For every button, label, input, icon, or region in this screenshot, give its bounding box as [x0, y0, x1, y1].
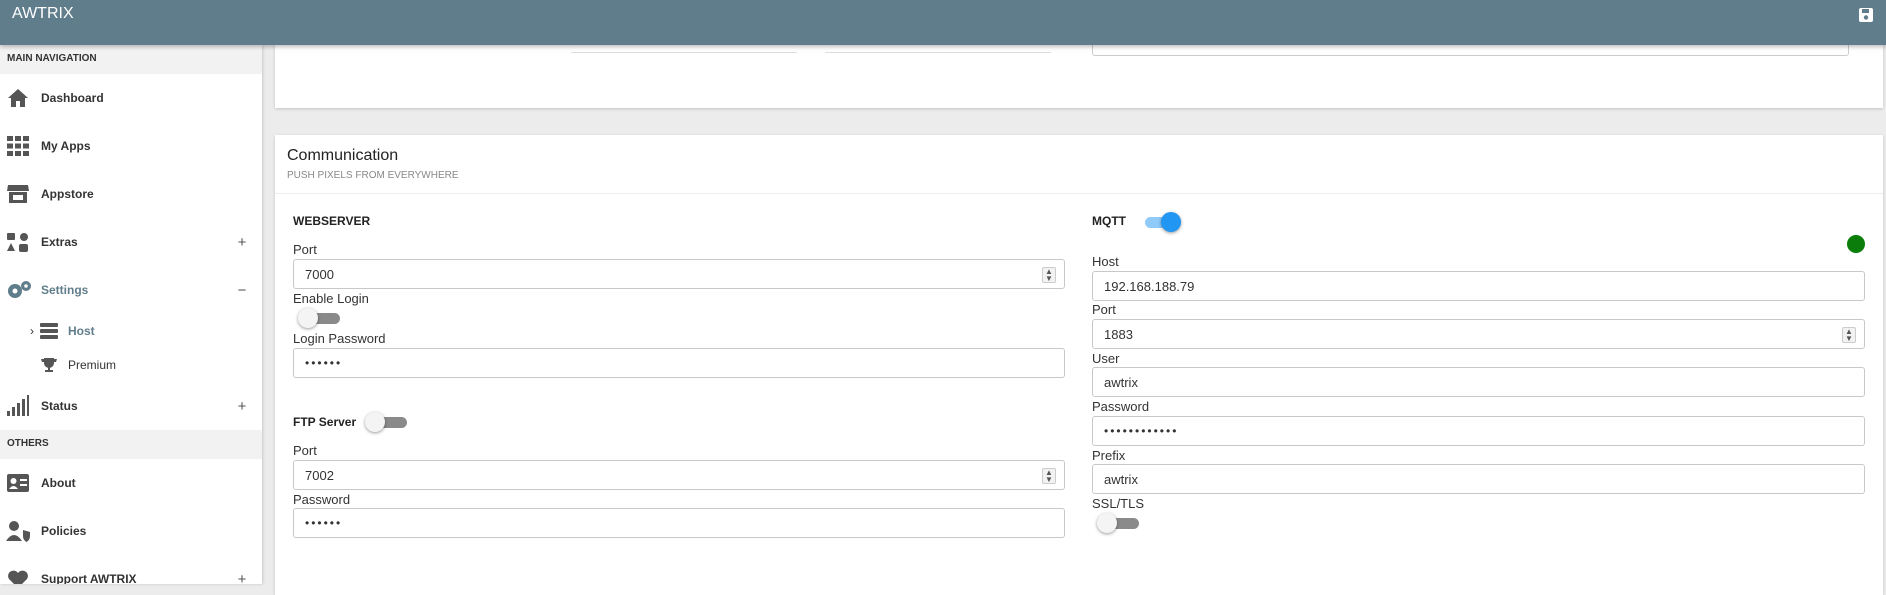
user-shield-icon: [6, 520, 30, 542]
spinner-icon[interactable]: ▲ ▼: [1842, 327, 1856, 343]
mqtt-port-value: 1883: [1104, 326, 1133, 342]
expand-icon[interactable]: +: [236, 398, 248, 415]
enable-login-label: Enable Login: [293, 291, 369, 306]
extras-icon: [6, 231, 30, 253]
input-underline: [825, 52, 1051, 53]
id-card-icon: [6, 472, 30, 494]
sidebar-item-label: My Apps: [41, 139, 91, 153]
main-navigation-header: MAIN NAVIGATION: [0, 45, 262, 74]
spinner-icon[interactable]: ▲ ▼: [1042, 267, 1056, 283]
sidebar-item-label: Status: [41, 399, 78, 413]
mqtt-user-value: awtrix: [1104, 374, 1138, 390]
divider: [275, 193, 1883, 194]
sidebar-item-appstore[interactable]: Appstore: [0, 170, 262, 218]
grid-icon: [6, 135, 30, 157]
ftp-server-toggle[interactable]: [365, 411, 407, 433]
sidebar-item-extras[interactable]: Extras +: [0, 218, 262, 266]
ftp-password-label: Password: [293, 492, 351, 507]
ftp-port-input[interactable]: 7002 ▲ ▼: [293, 460, 1065, 490]
webserver-port-value: 7000: [305, 266, 334, 282]
mqtt-password-input[interactable]: ••••••••••••: [1092, 416, 1865, 446]
sidebar-item-label: Host: [68, 324, 95, 338]
sidebar-item-status[interactable]: Status +: [0, 382, 262, 430]
ssl-tls-toggle[interactable]: [1097, 512, 1139, 534]
mqtt-status-indicator: [1847, 235, 1865, 253]
input-underline: [571, 52, 797, 53]
sidebar-item-label: Dashboard: [41, 91, 104, 105]
signal-bars-icon: [6, 395, 30, 417]
sidebar-subitem-premium[interactable]: Premium: [0, 348, 262, 382]
app-title: AWTRIX: [12, 5, 74, 22]
card-subtitle: PUSH PIXELS FROM EVERYWHERE: [287, 170, 459, 181]
ftp-server-title: FTP Server: [293, 415, 357, 429]
server-icon: [40, 323, 58, 339]
mqtt-toggle[interactable]: [1139, 211, 1181, 233]
ftp-password-input[interactable]: ••••••: [293, 508, 1065, 538]
sidebar-item-dashboard[interactable]: Dashboard: [0, 74, 262, 122]
sidebar-item-settings[interactable]: Settings −: [0, 266, 262, 314]
sidebar-item-policies[interactable]: Policies: [0, 507, 262, 555]
mqtt-prefix-value: awtrix: [1104, 471, 1138, 487]
heart-icon: [6, 568, 30, 584]
ftp-port-label: Port: [293, 443, 317, 458]
sidebar: MAIN NAVIGATION Dashboard My Apps Appsto…: [0, 45, 262, 584]
sidebar-item-label: Extras: [41, 235, 78, 249]
mqtt-host-input[interactable]: 192.168.188.79: [1092, 271, 1865, 301]
ftp-password-value: ••••••: [305, 516, 343, 530]
card-title: Communication: [287, 147, 399, 164]
communication-card: Communication PUSH PIXELS FROM EVERYWHER…: [275, 135, 1883, 595]
toggle-knob: [298, 308, 318, 328]
previous-card: [275, 40, 1883, 108]
gears-icon: [6, 279, 31, 301]
sidebar-item-label: Premium: [68, 358, 117, 372]
mqtt-host-value: 192.168.188.79: [1104, 278, 1195, 294]
toggle-knob: [1161, 212, 1181, 232]
save-icon[interactable]: [1856, 5, 1876, 25]
mqtt-port-input[interactable]: 1883 ▲ ▼: [1092, 319, 1865, 349]
mqtt-password-label: Password: [1092, 399, 1150, 414]
sidebar-item-label: About: [41, 476, 76, 490]
mqtt-title: MQTT: [1092, 214, 1126, 228]
sidebar-item-about[interactable]: About: [0, 459, 262, 507]
login-password-value: ••••••: [305, 356, 343, 370]
ftp-port-value: 7002: [305, 467, 334, 483]
webserver-title: WEBSERVER: [293, 214, 371, 228]
webserver-port-input[interactable]: 7000 ▲ ▼: [293, 259, 1065, 289]
mqtt-user-input[interactable]: awtrix: [1092, 367, 1865, 397]
sidebar-item-label: Settings: [41, 283, 89, 297]
expand-icon[interactable]: +: [236, 571, 248, 585]
sidebar-item-label: Appstore: [41, 187, 94, 201]
sidebar-item-support[interactable]: Support AWTRIX +: [0, 555, 262, 584]
login-password-input[interactable]: ••••••: [293, 348, 1065, 378]
collapse-icon[interactable]: −: [236, 282, 248, 299]
top-bar: AWTRIX: [0, 0, 1886, 45]
trophy-icon: [40, 357, 58, 373]
mqtt-port-label: Port: [1092, 302, 1116, 317]
sidebar-item-label: Support AWTRIX: [41, 572, 137, 584]
ssl-tls-label: SSL/TLS: [1092, 496, 1145, 511]
toggle-knob: [365, 412, 385, 432]
spinner-icon[interactable]: ▲ ▼: [1042, 468, 1056, 484]
store-icon: [6, 183, 30, 205]
enable-login-toggle[interactable]: [298, 307, 340, 329]
sidebar-item-my-apps[interactable]: My Apps: [0, 122, 262, 170]
chevron-right-icon: ›: [30, 324, 34, 338]
home-icon: [6, 87, 30, 109]
mqtt-prefix-label: Prefix: [1092, 448, 1126, 463]
login-password-label: Login Password: [293, 331, 386, 346]
others-header: OTHERS: [0, 430, 262, 459]
sidebar-subitem-host[interactable]: › Host: [0, 314, 262, 348]
sidebar-item-label: Policies: [41, 524, 87, 538]
mqtt-user-label: User: [1092, 351, 1120, 366]
webserver-port-label: Port: [293, 242, 317, 257]
expand-icon[interactable]: +: [236, 234, 248, 251]
mqtt-host-label: Host: [1092, 254, 1119, 269]
toggle-knob: [1097, 513, 1117, 533]
mqtt-prefix-input[interactable]: awtrix: [1092, 464, 1865, 494]
mqtt-password-value: ••••••••••••: [1104, 424, 1179, 438]
